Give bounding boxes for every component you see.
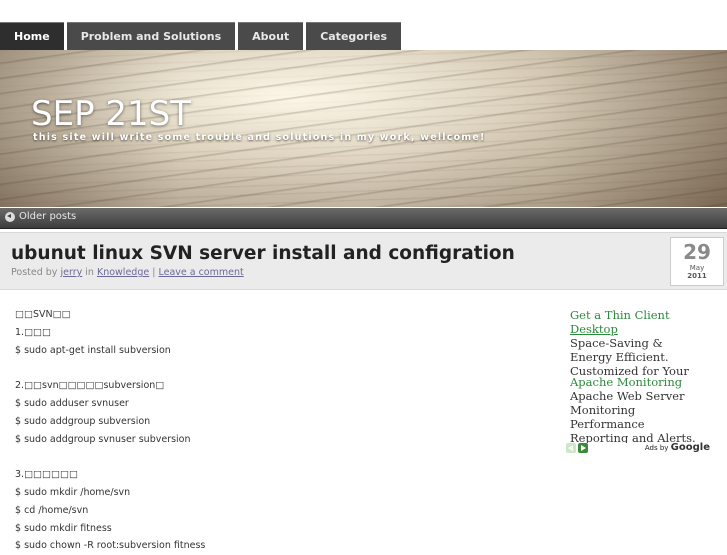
ad-title-line: Desktop: [570, 322, 618, 336]
category-link[interactable]: Knowledge: [97, 267, 149, 278]
content-line: $ sudo mkdir /home/svn: [15, 486, 131, 498]
ad-text-line: Monitoring: [570, 403, 636, 417]
ads-by-google-label[interactable]: Ads by Google: [645, 442, 710, 453]
meta-posted-by: Posted by: [11, 267, 58, 278]
post-meta: Posted by jerry in Knowledge | Leave a c…: [11, 267, 244, 278]
content-line: $ sudo adduser svnuser: [15, 397, 129, 409]
google-logo-text: Google: [670, 442, 710, 453]
prev-ad-arrow-icon[interactable]: [566, 443, 576, 453]
older-posts-label: Older posts: [19, 211, 77, 222]
post-header: ubunut linux SVN server install and conf…: [0, 232, 727, 290]
content-line: $ sudo addgroup svnuser subversion: [15, 433, 191, 445]
content-line: 3.□□□□□□: [15, 469, 78, 481]
next-ad-arrow-icon[interactable]: [578, 443, 588, 453]
nav-item-home[interactable]: Home: [0, 22, 64, 50]
ad-text-line: Performance: [570, 417, 645, 431]
ad-text: Apache Web Server Monitoring Performance…: [570, 389, 716, 443]
nav-item-about[interactable]: About: [238, 22, 304, 50]
date-year: 2011: [687, 272, 707, 280]
nav-item-categories[interactable]: Categories: [306, 22, 402, 50]
date-day: 29: [683, 240, 711, 264]
leave-comment-link[interactable]: Leave a comment: [158, 267, 243, 278]
content-line: $ sudo addgroup subversion: [15, 415, 151, 427]
main-nav: Home Problem and Solutions About Categor…: [0, 22, 404, 50]
site-header-banner: SEP 21ST this site will write some troub…: [0, 50, 727, 207]
meta-separator: |: [152, 267, 156, 278]
date-month: May: [689, 264, 705, 272]
ads-footer: Ads by Google: [566, 442, 716, 456]
content-blank-line: [15, 448, 535, 466]
left-arrow-circle-icon: [5, 211, 15, 222]
ad-text-line: Energy Efficient.: [570, 350, 669, 364]
ad-title[interactable]: Get a Thin Client Desktop: [570, 308, 716, 336]
content-line: 1.□□□: [15, 326, 51, 338]
ad-title-line: Get a Thin Client: [570, 308, 670, 322]
ad-title[interactable]: Apache Monitoring: [570, 375, 716, 389]
meta-in: in: [85, 267, 94, 278]
ad-item[interactable]: Apache Monitoring Apache Web Server Moni…: [570, 375, 716, 443]
ad-text-line: Space-Saving &: [570, 336, 663, 350]
site-title[interactable]: SEP 21ST: [31, 94, 191, 134]
content-line: $ cd /home/svn: [15, 504, 89, 516]
content-line: $ sudo apt-get install subversion: [15, 344, 171, 356]
ads-by-text: Ads by: [644, 444, 669, 452]
content-line: 2.□□svn□□□□□subversion□: [15, 380, 165, 392]
ad-text-line: Apache Web Server: [570, 389, 685, 403]
post-title[interactable]: ubunut linux SVN server install and conf…: [11, 243, 515, 264]
post-date-badge: 29 May 2011: [670, 237, 724, 286]
content-line: $ sudo chown -R root:subversion fitness: [15, 540, 206, 552]
content-line: □□SVN□□: [15, 309, 71, 320]
post-content: □□SVN□□ 1.□□□ $ sudo apt-get install sub…: [15, 306, 535, 555]
ad-item[interactable]: Get a Thin Client Desktop Space-Saving &…: [570, 308, 716, 376]
older-posts-link[interactable]: Older posts: [5, 211, 76, 222]
content-blank-line: [15, 359, 535, 377]
content-line: $ sudo mkdir fitness: [15, 522, 112, 534]
ad-unit: Get a Thin Client Desktop Space-Saving &…: [566, 308, 716, 456]
site-description: this site will write some trouble and so…: [33, 132, 486, 143]
author-link[interactable]: jerry: [60, 267, 82, 278]
nav-item-problem-and-solutions[interactable]: Problem and Solutions: [66, 22, 236, 50]
ad-text: Space-Saving & Energy Efficient. Customi…: [570, 336, 716, 376]
pagination-bar: Older posts: [0, 208, 727, 229]
